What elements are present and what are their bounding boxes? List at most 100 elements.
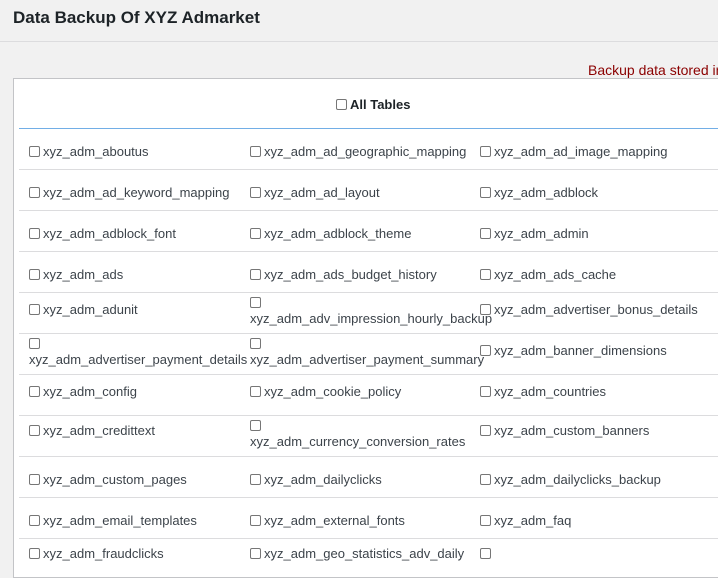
- table-option[interactable]: xyz_adm_external_fonts: [250, 512, 485, 529]
- table-name: xyz_adm_currency_conversion_rates: [250, 434, 466, 449]
- table-name: xyz_adm_advertiser_payment_details: [29, 352, 248, 367]
- table-option[interactable]: xyz_adm_dailyclicks_backup: [480, 471, 718, 488]
- table-checkbox[interactable]: [250, 187, 261, 198]
- table-name: xyz_adm_credittext: [43, 423, 155, 438]
- table-name: xyz_adm_aboutus: [43, 144, 149, 159]
- table-option[interactable]: xyz_adm_faq: [480, 512, 718, 529]
- table-option[interactable]: xyz_adm_custom_pages: [29, 471, 254, 488]
- all-tables-option[interactable]: All Tables: [336, 97, 410, 112]
- table-name: xyz_adm_ads_budget_history: [264, 267, 437, 282]
- table-option[interactable]: xyz_adm_ad_geographic_mapping: [250, 143, 485, 160]
- table-option[interactable]: xyz_adm_ads: [29, 266, 254, 283]
- table-name: xyz_adm_ad_geographic_mapping: [264, 144, 467, 159]
- page-title: Data Backup Of XYZ Admarket: [13, 8, 260, 27]
- table-row: xyz_adm_advertiser_payment_details xyz_a…: [19, 334, 718, 375]
- table-name: xyz_adm_cookie_policy: [264, 384, 402, 399]
- table-name: xyz_adm_adblock_theme: [264, 226, 412, 241]
- table-option[interactable]: xyz_adm_adblock_theme: [250, 225, 485, 242]
- table-checkbox[interactable]: [29, 304, 40, 315]
- table-name: xyz_adm_dailyclicks_backup: [494, 472, 661, 487]
- table-option[interactable]: xyz_adm_banner_dimensions: [480, 342, 718, 359]
- table-name: xyz_adm_advertiser_payment_summary: [250, 352, 485, 367]
- table-option[interactable]: xyz_adm_email_templates: [29, 512, 254, 529]
- table-checkbox[interactable]: [480, 146, 491, 157]
- table-option[interactable]: xyz_adm_advertiser_bonus_details: [480, 301, 718, 318]
- table-option[interactable]: xyz_adm_config: [29, 383, 254, 400]
- table-checkbox[interactable]: [29, 474, 40, 485]
- all-tables-checkbox[interactable]: [336, 99, 347, 110]
- table-checkbox[interactable]: [29, 548, 40, 559]
- table-option[interactable]: xyz_adm_ad_layout: [250, 184, 485, 201]
- table-option[interactable]: xyz_adm_ad_keyword_mapping: [29, 184, 254, 201]
- table-checkbox[interactable]: [250, 228, 261, 239]
- table-checkbox[interactable]: [29, 228, 40, 239]
- table-name: xyz_adm_admin: [494, 226, 589, 241]
- table-row: xyz_adm_aboutus xyz_adm_ad_geographic_ma…: [19, 129, 718, 170]
- table-option[interactable]: [480, 545, 718, 562]
- table-name: xyz_adm_custom_pages: [43, 472, 187, 487]
- table-name: xyz_adm_email_templates: [43, 513, 197, 528]
- table-option[interactable]: xyz_adm_credittext: [29, 422, 254, 439]
- table-option[interactable]: xyz_adm_advertiser_payment_summary: [250, 338, 485, 368]
- table-checkbox[interactable]: [250, 548, 261, 559]
- table-option[interactable]: xyz_adm_ads_budget_history: [250, 266, 485, 283]
- table-checkbox[interactable]: [250, 297, 261, 308]
- table-option[interactable]: xyz_adm_advertiser_payment_details: [29, 338, 254, 368]
- table-row: xyz_adm_email_templates xyz_adm_external…: [19, 498, 718, 539]
- table-checkbox[interactable]: [480, 228, 491, 239]
- table-option[interactable]: xyz_adm_adblock_font: [29, 225, 254, 242]
- table-checkbox[interactable]: [29, 515, 40, 526]
- table-name: xyz_adm_ad_keyword_mapping: [43, 185, 230, 200]
- table-option[interactable]: xyz_adm_admin: [480, 225, 718, 242]
- table-option[interactable]: xyz_adm_aboutus: [29, 143, 254, 160]
- backup-table-panel: All Tables xyz_adm_aboutus xyz_adm_ad_ge…: [13, 78, 718, 578]
- table-name: xyz_adm_ads_cache: [494, 267, 617, 282]
- table-checkbox[interactable]: [29, 425, 40, 436]
- table-row: xyz_adm_fraudclicks xyz_adm_geo_statisti…: [19, 539, 718, 572]
- table-row: xyz_adm_adunit xyz_adm_adv_impression_ho…: [19, 293, 718, 334]
- table-option[interactable]: xyz_adm_ads_cache: [480, 266, 718, 283]
- table-name: xyz_adm_countries: [494, 384, 606, 399]
- table-option[interactable]: xyz_adm_currency_conversion_rates: [250, 420, 485, 450]
- table-checkbox[interactable]: [480, 345, 491, 356]
- table-option[interactable]: xyz_adm_adv_impression_hourly_backup: [250, 297, 492, 327]
- table-name: xyz_adm_ad_layout: [264, 185, 380, 200]
- table-row: xyz_adm_credittext xyz_adm_currency_conv…: [19, 416, 718, 457]
- table-option[interactable]: xyz_adm_countries: [480, 383, 718, 400]
- table-checkbox[interactable]: [480, 515, 491, 526]
- table-checkbox[interactable]: [250, 420, 261, 431]
- table-option[interactable]: xyz_adm_geo_statistics_adv_daily: [250, 545, 485, 562]
- table-checkbox[interactable]: [29, 269, 40, 280]
- table-option[interactable]: xyz_adm_dailyclicks: [250, 471, 485, 488]
- table-option[interactable]: xyz_adm_fraudclicks: [29, 545, 254, 562]
- table-checkbox[interactable]: [480, 269, 491, 280]
- table-checkbox[interactable]: [250, 386, 261, 397]
- table-checkbox[interactable]: [250, 515, 261, 526]
- table-name: xyz_adm_adblock_font: [43, 226, 176, 241]
- table-checkbox[interactable]: [250, 146, 261, 157]
- table-checkbox[interactable]: [480, 304, 491, 315]
- table-option[interactable]: xyz_adm_custom_banners: [480, 422, 718, 439]
- table-checkbox[interactable]: [29, 386, 40, 397]
- table-name: xyz_adm_fraudclicks: [43, 546, 164, 561]
- table-name: xyz_adm_adv_impression_hourly_backup: [250, 311, 493, 326]
- table-checkbox[interactable]: [29, 146, 40, 157]
- table-checkbox[interactable]: [29, 338, 40, 349]
- table-checkbox[interactable]: [480, 187, 491, 198]
- table-option[interactable]: xyz_adm_adblock: [480, 184, 718, 201]
- table-checkbox[interactable]: [480, 425, 491, 436]
- table-option[interactable]: xyz_adm_cookie_policy: [250, 383, 485, 400]
- table-option[interactable]: xyz_adm_adunit: [29, 301, 254, 318]
- table-checkbox[interactable]: [480, 548, 491, 559]
- table-name: xyz_adm_adunit: [43, 302, 138, 317]
- table-name: xyz_adm_geo_statistics_adv_daily: [264, 546, 465, 561]
- table-checkbox[interactable]: [480, 386, 491, 397]
- table-checkbox[interactable]: [250, 338, 261, 349]
- table-name: xyz_adm_ads: [43, 267, 124, 282]
- table-checkbox[interactable]: [480, 474, 491, 485]
- backup-location-notice: Backup data stored in: [588, 62, 718, 78]
- table-checkbox[interactable]: [250, 269, 261, 280]
- table-checkbox[interactable]: [250, 474, 261, 485]
- table-option[interactable]: xyz_adm_ad_image_mapping: [480, 143, 718, 160]
- table-checkbox[interactable]: [29, 187, 40, 198]
